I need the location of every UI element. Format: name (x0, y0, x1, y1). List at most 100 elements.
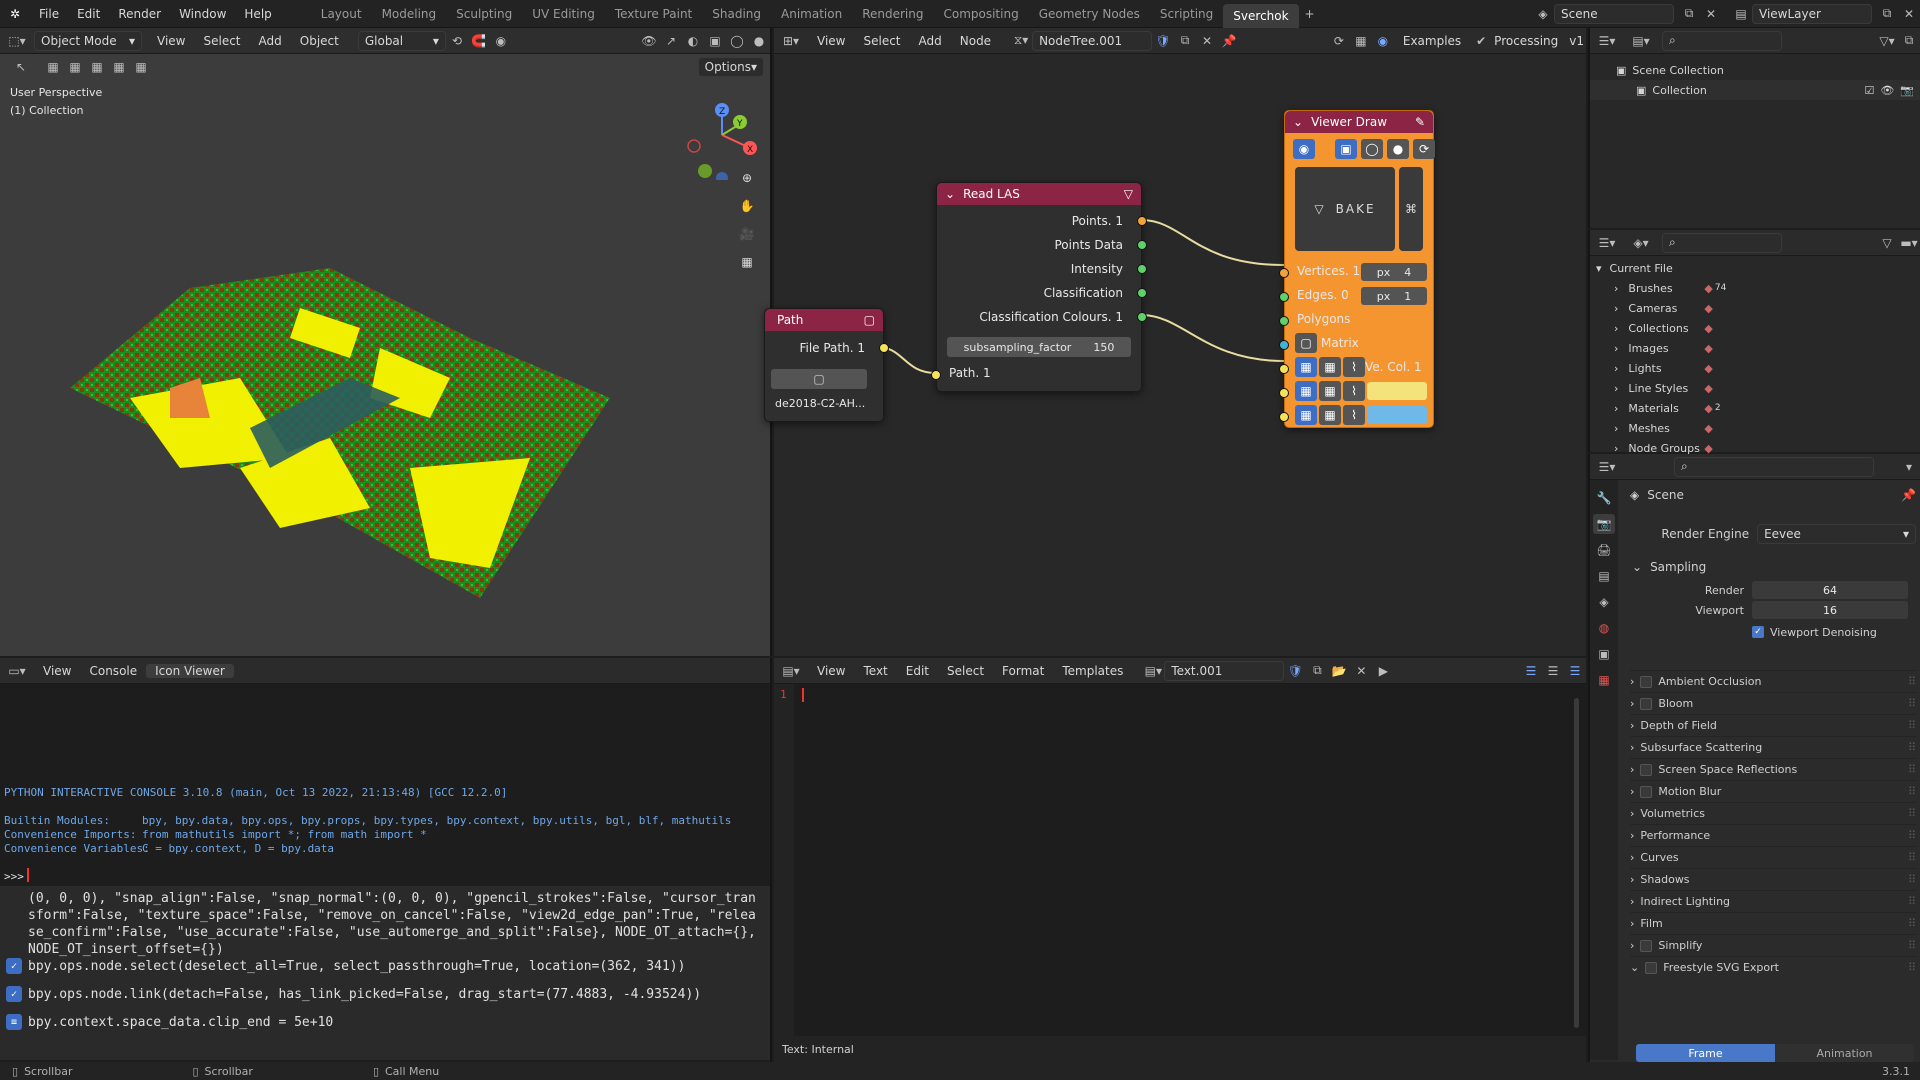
transform-orientation[interactable]: Global ▾ (357, 30, 446, 51)
select-tool-icon[interactable]: ↖ (10, 57, 32, 77)
bake-options-button[interactable]: ⌘ (1399, 167, 1423, 251)
panel-freestyle-svg-export[interactable]: ⌄ Freestyle SVG Export ⠿ (1630, 956, 1916, 978)
tab-sculpting[interactable]: Sculpting (446, 0, 522, 28)
menu-render[interactable]: Render (109, 0, 170, 28)
drag-handle-icon[interactable]: ⠿ (1908, 917, 1916, 930)
panel-performance[interactable]: › Performance ⠿ (1630, 824, 1916, 846)
new-collection-icon[interactable]: ⧉ (1898, 31, 1920, 51)
report-row[interactable]: ✓ bpy.ops.node.select(deselect_all=True,… (6, 958, 685, 974)
socket-polygons[interactable] (1279, 316, 1289, 326)
vcol-points-icon[interactable]: ▦ (1295, 357, 1317, 377)
render-engine-dropdown[interactable]: Eevee ▾ (1757, 524, 1916, 544)
scene-tab-icon[interactable]: ◈ (1593, 592, 1615, 612)
panel-motion-blur[interactable]: › Motion Blur ⠿ (1630, 780, 1916, 802)
blender-logo-icon[interactable]: ✲ (0, 4, 30, 24)
menu-file[interactable]: File (30, 0, 68, 28)
console-menu-console[interactable]: Console (80, 664, 146, 678)
editor-type-icon[interactable]: ☰▾ (1590, 457, 1624, 477)
panel-indirect-lighting[interactable]: › Indirect Lighting ⠿ (1630, 890, 1916, 912)
scene-selector[interactable]: Scene (1554, 3, 1674, 24)
tab-animation-mode[interactable]: Animation (1775, 1044, 1914, 1062)
panel-curves[interactable]: › Curves ⠿ (1630, 846, 1916, 868)
ecol-icon-2[interactable]: ▦ (1319, 381, 1341, 401)
viewport-3d[interactable]: ⬚▾ Object Mode ▾ View Select Add Object G… (0, 28, 772, 656)
select-subtract-icon[interactable]: ▦ (86, 57, 108, 77)
pencil-icon[interactable]: ✎ (1415, 115, 1425, 129)
tab-rendering[interactable]: Rendering (852, 0, 933, 28)
blend-item-meshes[interactable]: › Meshes ◆ (1590, 418, 1920, 438)
properties-editor[interactable]: ☰▾ ⌕ ▾ 🔧 📷 🖨 ▤ ◈ ◍ ▣ ▦ ◈ Scene 📌 Render … (1588, 454, 1920, 1062)
panel-simplify[interactable]: › Simplify ⠿ (1630, 934, 1916, 956)
blend-item-line-styles[interactable]: › Line Styles ◆ (1590, 378, 1920, 398)
line-numbers-icon[interactable]: ☰ (1520, 661, 1542, 681)
blend-file-search[interactable]: ⌕ (1662, 232, 1782, 253)
tree-collection[interactable]: ▣ Collection ☑ 👁 📷 (1590, 80, 1920, 100)
tab-modeling[interactable]: Modeling (372, 0, 447, 28)
socket-vertices[interactable] (1279, 268, 1289, 278)
node-editor[interactable]: ⊞▾ View Select Add Node ⧖▾ NodeTree.001 … (764, 28, 1586, 656)
filter-icon[interactable]: ▽ (1876, 233, 1898, 253)
panel-enable-checkbox[interactable] (1640, 763, 1653, 776)
filter-icon[interactable]: ▽▾ (1876, 31, 1898, 51)
select-box-icon[interactable]: ▦ (42, 57, 64, 77)
text-scrollbar[interactable] (1574, 698, 1579, 1028)
blend-item-lights[interactable]: › Lights ◆ (1590, 358, 1920, 378)
edge-size-field[interactable]: px 1 (1361, 287, 1427, 305)
text-menu-templates[interactable]: Templates (1053, 664, 1132, 678)
collection-tab-icon[interactable]: ▣ (1593, 644, 1615, 664)
eye-toggle-icon[interactable]: ◉ (1293, 139, 1315, 159)
tree-scene-collection[interactable]: ▣ Scene Collection (1590, 60, 1920, 80)
drag-handle-icon[interactable]: ⠿ (1908, 895, 1916, 908)
unlink-text-icon[interactable]: ✕ (1350, 661, 1372, 681)
shading-solid-icon[interactable]: ● (748, 31, 770, 51)
console-menu-icon-viewer[interactable]: Icon Viewer (146, 663, 234, 678)
blend-item-materials[interactable]: › Materials ◆ 2 (1590, 398, 1920, 418)
panel-enable-checkbox[interactable] (1640, 939, 1653, 952)
socket-path-input[interactable] (931, 370, 941, 380)
socket-face-color[interactable] (1279, 412, 1289, 422)
zoom-icon[interactable]: ⊕ (736, 168, 758, 188)
panel-enable-checkbox[interactable] (1640, 697, 1653, 710)
fcol-icon-1[interactable]: ▦ (1295, 405, 1317, 425)
path-node-header[interactable]: Path ▢ (765, 309, 883, 331)
socket-points-data[interactable] (1137, 240, 1147, 250)
text-editor[interactable]: ▤▾ View Text Edit Select Format Template… (774, 658, 1586, 1062)
drag-handle-icon[interactable]: ⠿ (1908, 763, 1916, 776)
tab-uv-editing[interactable]: UV Editing (522, 0, 605, 28)
tree-current-file[interactable]: ▾ Current File (1590, 258, 1920, 278)
socket-classification[interactable] (1137, 288, 1147, 298)
tab-shading[interactable]: Shading (702, 0, 771, 28)
viewport-menu-object[interactable]: Object (291, 34, 348, 48)
console-prompt[interactable]: >>> (4, 870, 24, 883)
drag-handle-icon[interactable]: ⠿ (1908, 829, 1916, 842)
viewport-menu-add[interactable]: Add (250, 34, 291, 48)
panel-enable-checkbox[interactable] (1645, 961, 1658, 974)
tool-tab-icon[interactable]: 🔧 (1593, 488, 1615, 508)
drag-handle-icon[interactable]: ⠿ (1908, 851, 1916, 864)
path-output-socket[interactable] (879, 343, 889, 353)
socket-points[interactable] (1137, 216, 1147, 226)
editor-type-icon[interactable]: ▤▾ (774, 661, 808, 681)
visibility-icon[interactable]: 👁 (638, 31, 660, 51)
display-verts-icon[interactable]: ▣ (1335, 139, 1357, 159)
report-row[interactable]: ✓ bpy.ops.node.link(detach=False, has_li… (6, 986, 701, 1002)
socket-matrix[interactable] (1279, 340, 1289, 350)
viewer-draw-node[interactable]: ⌄ Viewer Draw ✎ ◉ ▣ ◯ ● ⟳ ▽ BAKE ⌘ Vertic… (1279, 110, 1435, 428)
panel-depth-of-field[interactable]: › Depth of Field ⠿ (1630, 714, 1916, 736)
path-node[interactable]: Path ▢ File Path. 1 ▢ de2018-C2-AH... (764, 308, 889, 422)
text-menu-select[interactable]: Select (938, 664, 993, 678)
tab-sverchok[interactable]: Sverchok (1223, 3, 1299, 28)
fcol-icon-3[interactable]: ⌇ (1343, 405, 1365, 425)
drag-handle-icon[interactable]: ⠿ (1908, 961, 1916, 974)
panel-shadows[interactable]: › Shadows ⠿ (1630, 868, 1916, 890)
vcol-random-icon[interactable]: ▦ (1319, 357, 1341, 377)
bake-button[interactable]: ▽ BAKE (1295, 167, 1395, 251)
select-intersect-icon[interactable]: ▦ (130, 57, 152, 77)
text-menu-format[interactable]: Format (993, 664, 1053, 678)
tab-layout[interactable]: Layout (311, 0, 372, 28)
read-las-node-header[interactable]: ⌄ Read LAS ▽ (937, 183, 1141, 205)
blend-item-cameras[interactable]: › Cameras ◆ (1590, 298, 1920, 318)
xray-icon[interactable]: ▣ (704, 31, 726, 51)
tab-compositing[interactable]: Compositing (933, 0, 1028, 28)
properties-search[interactable]: ⌕ (1674, 456, 1874, 477)
